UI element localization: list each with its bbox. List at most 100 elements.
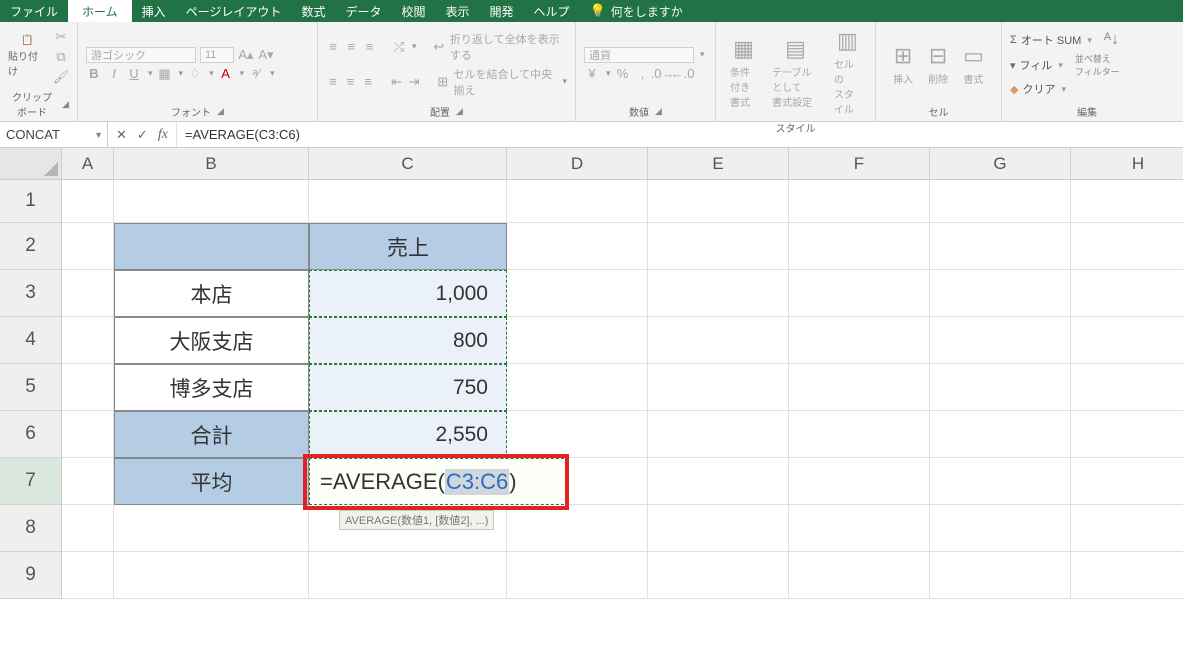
cell-E6-bg[interactable] bbox=[648, 411, 789, 458]
column-header-E[interactable]: E bbox=[648, 148, 789, 180]
tab-insert[interactable]: 挿入 bbox=[132, 0, 176, 24]
name-box-dropdown-icon[interactable]: ▼ bbox=[94, 130, 103, 140]
delete-cells-button[interactable]: ⊟削除 bbox=[922, 28, 954, 100]
decrease-decimal-icon[interactable]: ←.0 bbox=[675, 66, 691, 82]
cell-G3-bg[interactable] bbox=[930, 270, 1071, 317]
cell-E5-bg[interactable] bbox=[648, 364, 789, 411]
cell-D1-bg[interactable] bbox=[507, 180, 648, 223]
tab-page-layout[interactable]: ページレイアウト bbox=[176, 0, 292, 24]
percent-icon[interactable]: % bbox=[615, 66, 631, 82]
cell-G1-bg[interactable] bbox=[930, 180, 1071, 223]
cancel-formula-icon[interactable]: ✕ bbox=[116, 127, 127, 143]
number-format-select[interactable] bbox=[584, 47, 694, 63]
cell-D9-bg[interactable] bbox=[507, 552, 648, 599]
cell-H9-bg[interactable] bbox=[1071, 552, 1183, 599]
cell-G7-bg[interactable] bbox=[930, 458, 1071, 505]
font-name-input[interactable] bbox=[86, 47, 196, 63]
tab-view[interactable]: 表示 bbox=[435, 0, 479, 24]
cell-C5[interactable]: 750 bbox=[309, 364, 507, 411]
align-middle-icon[interactable]: ≡ bbox=[344, 39, 358, 55]
conditional-formatting-button[interactable]: ▦条件付き 書式 bbox=[724, 28, 763, 116]
cell-C3[interactable]: 1,000 bbox=[309, 270, 507, 317]
clear-button[interactable]: ◆クリア▾ bbox=[1010, 81, 1164, 97]
cell-A7-bg[interactable] bbox=[62, 458, 114, 505]
cell-D5-bg[interactable] bbox=[507, 364, 648, 411]
cell-E1-bg[interactable] bbox=[648, 180, 789, 223]
cell-B3[interactable]: 本店 bbox=[114, 270, 309, 317]
fill-button[interactable]: ▾フィル▾ 並べ替え フィルター bbox=[1010, 52, 1164, 78]
cell-A8-bg[interactable] bbox=[62, 505, 114, 552]
cell-F1-bg[interactable] bbox=[789, 180, 930, 223]
cell-styles-button[interactable]: ▥セルの スタイル bbox=[828, 28, 867, 116]
cell-F4-bg[interactable] bbox=[789, 317, 930, 364]
tab-developer[interactable]: 開発 bbox=[480, 0, 524, 24]
increase-indent-icon[interactable]: ⇥ bbox=[407, 74, 421, 90]
cell-A9-bg[interactable] bbox=[62, 552, 114, 599]
tab-home[interactable]: ホーム bbox=[68, 0, 132, 24]
font-size-input[interactable] bbox=[200, 47, 234, 63]
currency-icon[interactable]: ¥ bbox=[584, 66, 600, 82]
worksheet-grid[interactable]: ABCDEFGH 123456789 売上本店大阪支店博多支店合計平均1,000… bbox=[0, 148, 1183, 649]
cell-F9-bg[interactable] bbox=[789, 552, 930, 599]
cell-G5-bg[interactable] bbox=[930, 364, 1071, 411]
cell-E9-bg[interactable] bbox=[648, 552, 789, 599]
cell-C4[interactable]: 800 bbox=[309, 317, 507, 364]
number-dialog-icon[interactable]: ◢ bbox=[655, 106, 662, 117]
cell-F6-bg[interactable] bbox=[789, 411, 930, 458]
column-header-G[interactable]: G bbox=[930, 148, 1071, 180]
cell-B8-bg[interactable] bbox=[114, 505, 309, 552]
column-header-D[interactable]: D bbox=[507, 148, 648, 180]
tab-review[interactable]: 校閲 bbox=[391, 0, 435, 24]
column-header-H[interactable]: H bbox=[1071, 148, 1183, 180]
bold-icon[interactable]: B bbox=[86, 66, 102, 82]
cell-F8-bg[interactable] bbox=[789, 505, 930, 552]
cell-C2[interactable]: 売上 bbox=[309, 223, 507, 270]
formula-bar-input[interactable]: =AVERAGE(C3:C6) bbox=[177, 122, 1183, 147]
cell-F2-bg[interactable] bbox=[789, 223, 930, 270]
cell-H4-bg[interactable] bbox=[1071, 317, 1183, 364]
cell-C6[interactable]: 2,550 bbox=[309, 411, 507, 458]
cell-G6-bg[interactable] bbox=[930, 411, 1071, 458]
cell-E4-bg[interactable] bbox=[648, 317, 789, 364]
select-all-corner[interactable] bbox=[0, 148, 62, 180]
cell-F5-bg[interactable] bbox=[789, 364, 930, 411]
orientation-icon[interactable]: ⤭ bbox=[392, 39, 406, 55]
cell-G8-bg[interactable] bbox=[930, 505, 1071, 552]
cell-G2-bg[interactable] bbox=[930, 223, 1071, 270]
cell-H8-bg[interactable] bbox=[1071, 505, 1183, 552]
column-header-B[interactable]: B bbox=[114, 148, 309, 180]
cell-H1-bg[interactable] bbox=[1071, 180, 1183, 223]
row-header-9[interactable]: 9 bbox=[0, 552, 62, 599]
align-right-icon[interactable]: ≡ bbox=[361, 74, 375, 90]
comma-icon[interactable]: , bbox=[635, 66, 651, 82]
cut-icon[interactable]: ✂ bbox=[53, 29, 69, 45]
cell-B4[interactable]: 大阪支店 bbox=[114, 317, 309, 364]
phonetic-icon[interactable]: ᵃ⁄ bbox=[248, 66, 264, 82]
merge-center-button[interactable]: セルを結合して中央揃え bbox=[454, 66, 557, 98]
align-bottom-icon[interactable]: ≡ bbox=[362, 39, 376, 55]
row-header-5[interactable]: 5 bbox=[0, 364, 62, 411]
row-header-7[interactable]: 7 bbox=[0, 458, 62, 505]
cell-D4-bg[interactable] bbox=[507, 317, 648, 364]
column-header-C[interactable]: C bbox=[309, 148, 507, 180]
decrease-font-icon[interactable]: A▾ bbox=[258, 47, 274, 63]
cell-E2-bg[interactable] bbox=[648, 223, 789, 270]
accept-formula-icon[interactable]: ✓ bbox=[137, 127, 148, 143]
increase-font-icon[interactable]: A▴ bbox=[238, 47, 254, 63]
cell-B2[interactable] bbox=[114, 223, 309, 270]
align-center-icon[interactable]: ≡ bbox=[344, 74, 358, 90]
increase-decimal-icon[interactable]: .0→ bbox=[655, 66, 671, 82]
cell-D3-bg[interactable] bbox=[507, 270, 648, 317]
cell-D8-bg[interactable] bbox=[507, 505, 648, 552]
cell-B5[interactable]: 博多支店 bbox=[114, 364, 309, 411]
cell-A3-bg[interactable] bbox=[62, 270, 114, 317]
format-as-table-button[interactable]: ▤テーブルとして 書式設定 bbox=[766, 28, 825, 116]
cell-H2-bg[interactable] bbox=[1071, 223, 1183, 270]
cell-H7-bg[interactable] bbox=[1071, 458, 1183, 505]
column-header-A[interactable]: A bbox=[62, 148, 114, 180]
column-header-F[interactable]: F bbox=[789, 148, 930, 180]
row-header-3[interactable]: 3 bbox=[0, 270, 62, 317]
row-header-6[interactable]: 6 bbox=[0, 411, 62, 458]
row-header-4[interactable]: 4 bbox=[0, 317, 62, 364]
cell-A1-bg[interactable] bbox=[62, 180, 114, 223]
